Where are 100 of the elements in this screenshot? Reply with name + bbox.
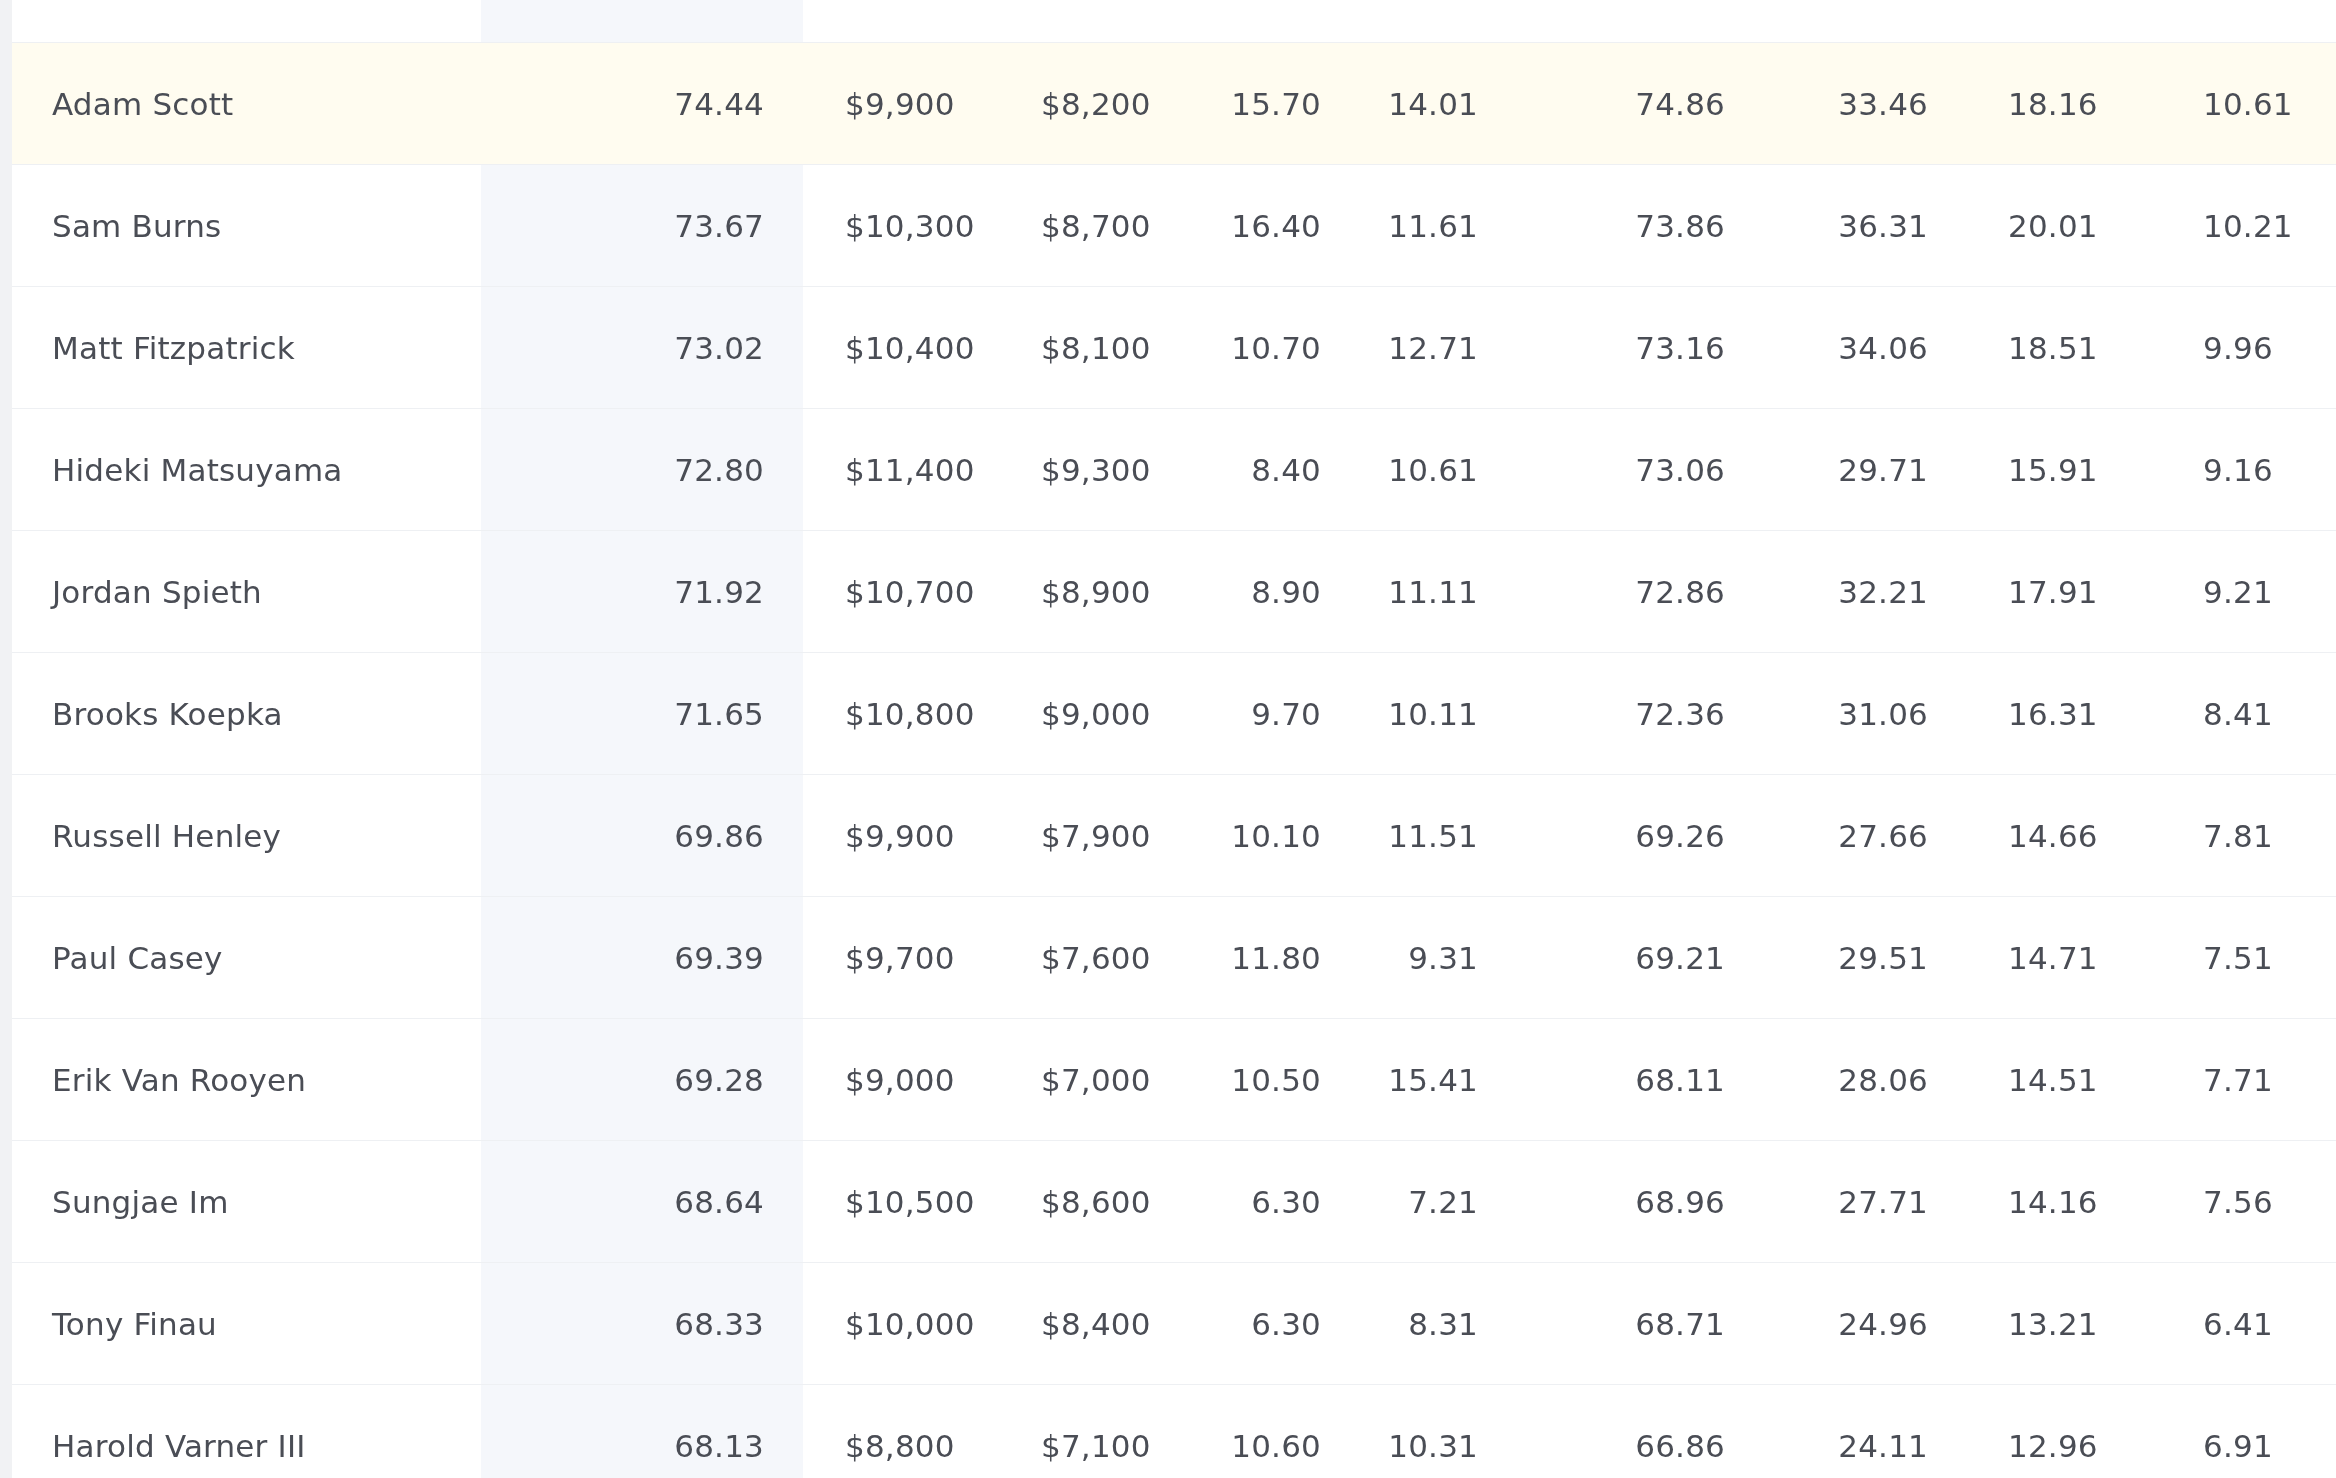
table-cell-text: $10,500: [844, 1183, 976, 1220]
table-cell-text: $10,800: [844, 695, 976, 732]
table-cell-text: 9.31: [1407, 939, 1479, 976]
table-cell-text: 8.41: [2202, 695, 2274, 732]
table-cell-text: $7,100: [1040, 1427, 1152, 1464]
player-name: Paul Casey: [51, 939, 224, 976]
table-cell-text: 27.71: [1837, 1183, 1929, 1220]
table-cell-text: 14.01: [1387, 85, 1479, 122]
table-cell-text: 13.21: [2007, 1305, 2099, 1342]
table-cell-text: 27.66: [1837, 817, 1929, 854]
table-cell-text: 10.61: [1387, 451, 1479, 488]
table-cell-text: $8,200: [1040, 85, 1152, 122]
table-cell-text: 68.71: [1634, 1305, 1726, 1342]
table-cell-text: 66.86: [1634, 1427, 1726, 1464]
table-cell-text: 7.56: [2202, 1183, 2274, 1220]
table-cell-text: 72.86: [1634, 573, 1726, 610]
table-cell-text: 10.21: [2202, 207, 2294, 244]
player-name: Sam Burns: [51, 207, 223, 244]
table-cell-text: $10,400: [844, 329, 976, 366]
table-cell-text: 10.50: [1230, 1061, 1322, 1098]
table-cell-text: 14.16: [2007, 1183, 2099, 1220]
table-cell-text: 69.86: [673, 817, 765, 854]
table-cell-text: 7.81: [2202, 817, 2274, 854]
table-cell-text: 12.71: [1387, 329, 1479, 366]
table-cell-text: 6.91: [2202, 1427, 2274, 1464]
table-cell-text: 68.64: [673, 1183, 765, 1220]
player-name: Adam Scott: [51, 85, 235, 122]
table-cell-text: 73.86: [1634, 207, 1726, 244]
player-name: Matt Fitzpatrick: [51, 329, 296, 366]
table-cell-text: 71.92: [673, 573, 765, 610]
table-cell-text: 34.06: [1837, 329, 1929, 366]
table-cell-text: $9,000: [844, 1061, 956, 1098]
player-name: Hideki Matsuyama: [51, 451, 344, 488]
player-name: Harold Varner III: [51, 1427, 307, 1464]
table-cell-text: 10.11: [1387, 695, 1479, 732]
table-cell-text: 29.51: [1837, 939, 1929, 976]
table-cell-text: 73.16: [1634, 329, 1726, 366]
player-name: Russell Henley: [51, 817, 283, 854]
table-cell-text: 16.40: [1230, 207, 1322, 244]
table-cell-text: 28.06: [1837, 1061, 1929, 1098]
player-name: Sungjae Im: [51, 1183, 230, 1220]
table-cell-text: 15.41: [1387, 1061, 1479, 1098]
table-cell-text: 72.80: [673, 451, 765, 488]
table-cell-text: 6.30: [1250, 1305, 1322, 1342]
table-cell-text: 69.21: [1634, 939, 1726, 976]
table-cell-text: 68.11: [1634, 1061, 1726, 1098]
table-cell-text: 11.51: [1387, 817, 1479, 854]
table-cell-text: 73.06: [1634, 451, 1726, 488]
table-cell-text: 14.66: [2007, 817, 2099, 854]
table-cell-text: $8,800: [844, 1427, 956, 1464]
table-cell-text: 14.71: [2007, 939, 2099, 976]
table-cell-text: 69.39: [673, 939, 765, 976]
table-cell-text: 11.11: [1387, 573, 1479, 610]
table-cell-text: 14.51: [2007, 1061, 2099, 1098]
table-cell-text: 24.96: [1837, 1305, 1929, 1342]
table-cell-text: 74.44: [673, 85, 765, 122]
table-cell-text: 10.10: [1230, 817, 1322, 854]
table-cell-text: 69.26: [1634, 817, 1726, 854]
table-cell-text: 8.40: [1250, 451, 1322, 488]
table-cell-text: 12.96: [2007, 1427, 2099, 1464]
table-cell-text: $10,300: [844, 207, 976, 244]
table-cell-text: 24.11: [1837, 1427, 1929, 1464]
table-cell-text: 10.60: [1230, 1427, 1322, 1464]
table-cell-text: 68.13: [673, 1427, 765, 1464]
table-cell-text: 7.21: [1407, 1183, 1479, 1220]
table-cell-text: 9.70: [1250, 695, 1322, 732]
player-name: Erik Van Rooyen: [51, 1061, 308, 1098]
table-cell-text: $11,400: [844, 451, 976, 488]
table-cell-text: 8.90: [1250, 573, 1322, 610]
table-cell-text: 71.65: [673, 695, 765, 732]
table-cell-text: 17.91: [2007, 573, 2099, 610]
table-cell-text: $8,900: [1040, 573, 1152, 610]
table-cell-text: 68.96: [1634, 1183, 1726, 1220]
table-cell-text: $7,600: [1040, 939, 1152, 976]
table-cell-text: 74.86: [1634, 85, 1726, 122]
table-cell-text: 7.51: [2202, 939, 2274, 976]
table-cell-text: 33.46: [1837, 85, 1929, 122]
table-cell-text: 6.30: [1250, 1183, 1322, 1220]
table-cell-text: $9,700: [844, 939, 956, 976]
table-cell-text: $9,300: [1040, 451, 1152, 488]
table-cell-text: 6.41: [2202, 1305, 2274, 1342]
table-cell-text: 8.31: [1407, 1305, 1479, 1342]
selected-row[interactable]: Adam Scott 74.44 $9,900 $8,200 15.70 14.01 74.86 33.46 18.16 10.61: [12, 43, 2336, 165]
player-name: Brooks Koepka: [51, 695, 284, 732]
table-cell-text: $10,700: [844, 573, 976, 610]
table-cell-text: $8,600: [1040, 1183, 1152, 1220]
table-cell-text: $9,000: [1040, 695, 1152, 732]
table-cell-text: $10,000: [844, 1305, 976, 1342]
table-cell-text: 18.16: [2007, 85, 2099, 122]
table-cell-text: $8,100: [1040, 329, 1152, 366]
table-cell-text: 9.21: [2202, 573, 2274, 610]
table-cell-text: $7,000: [1040, 1061, 1152, 1098]
table-cell-text: $8,400: [1040, 1305, 1152, 1342]
table-cell-text: 15.70: [1230, 85, 1322, 122]
table-cell-text: 69.28: [673, 1061, 765, 1098]
player-name: Tony Finau: [51, 1305, 218, 1342]
table-cell-text: 32.21: [1837, 573, 1929, 610]
table-cell-text: 11.61: [1387, 207, 1479, 244]
table-cell-text: 9.96: [2202, 329, 2274, 366]
table-cell-text: 20.01: [2007, 207, 2099, 244]
